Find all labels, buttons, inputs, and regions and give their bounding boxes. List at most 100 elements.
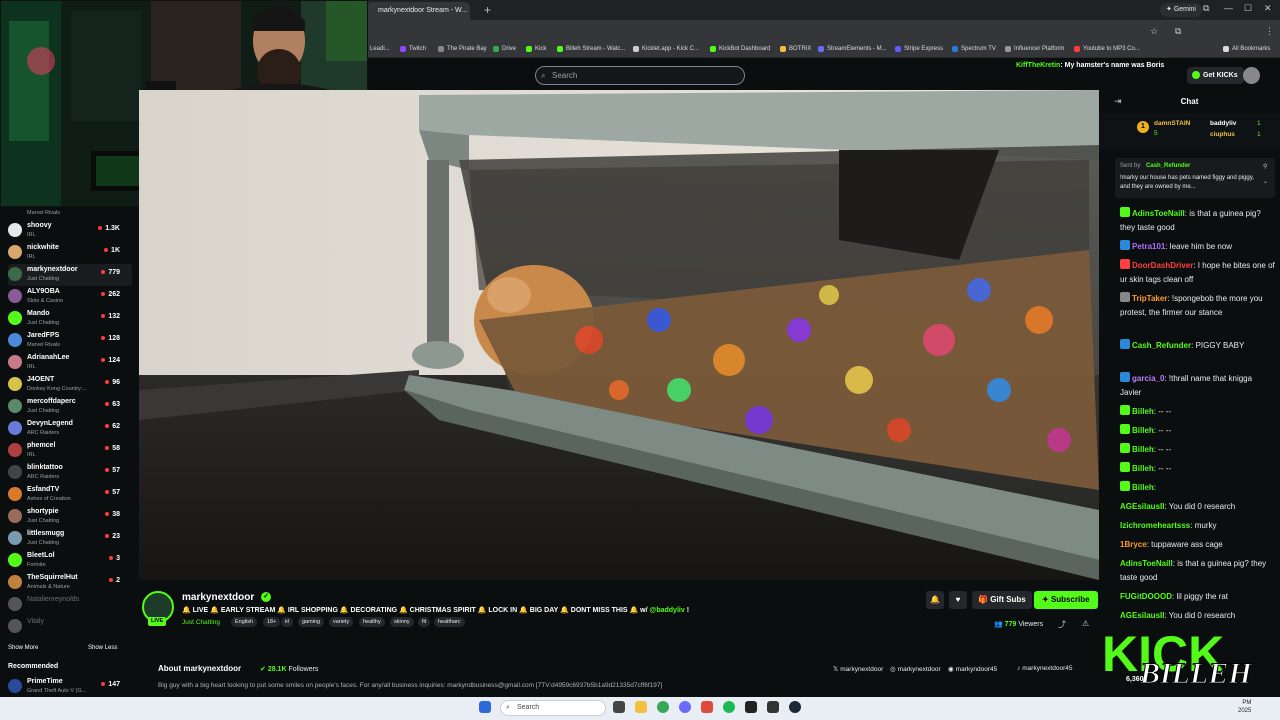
new-tab-button[interactable]: + xyxy=(484,3,491,17)
bookmark-item[interactable]: Spectrum TV xyxy=(952,46,996,52)
sidebar-channel-item[interactable]: BleetLol Fortnite 3 xyxy=(8,550,132,572)
chevron-down-icon[interactable]: ⌄ xyxy=(1263,178,1268,185)
sidebar-channel-item[interactable]: JaredFPS Marvel Rivals 128 xyxy=(8,330,132,352)
browser-tab-active[interactable]: markynextdoor Stream - W... xyxy=(366,2,470,20)
bookmark-item[interactable]: BOTRIX xyxy=(780,46,811,52)
pinned-message[interactable]: Sent by Cash_Refunder !marky our house h… xyxy=(1115,158,1275,198)
steam-icon[interactable] xyxy=(789,701,801,713)
pin-icon[interactable]: ⚲ xyxy=(1263,163,1267,170)
bookmark-item[interactable]: Youtube to MP3 Co... xyxy=(1074,46,1140,52)
app-icon[interactable] xyxy=(767,701,779,713)
chat-username[interactable]: TripTaker xyxy=(1132,294,1167,303)
bookmark-item[interactable]: StreamElements - M... xyxy=(818,46,887,52)
leader-name[interactable]: ciuphus xyxy=(1210,131,1235,138)
taskbar-search-input[interactable]: ⌕ Search xyxy=(500,700,606,716)
menu-icon[interactable]: ⋮ xyxy=(1265,26,1274,37)
show-more-button[interactable]: Show More xyxy=(8,645,38,651)
stream-tag[interactable]: 18+ xyxy=(263,617,281,627)
social-discord[interactable]: ◉ markyndoor45 xyxy=(948,665,997,673)
extensions-icon[interactable]: ⧉ xyxy=(1175,26,1181,37)
sidebar-channel-item[interactable]: nickwhite IRL 1K xyxy=(8,242,132,264)
bookmark-item[interactable]: Twitch xyxy=(400,46,426,52)
sidebar-channel-item[interactable]: J4OENT Donkey Kong Country:... 96 xyxy=(8,374,132,396)
sidebar-channel-item[interactable]: shoovy IRL 1.3K xyxy=(8,220,132,242)
bookmark-item[interactable]: Kick xyxy=(526,46,546,52)
bookmark-item[interactable]: The Pirate Bay xyxy=(438,46,487,52)
sidebar-channel-item[interactable]: AdrianahLee IRL 124 xyxy=(8,352,132,374)
gift-subs-button[interactable]: 🎁 Gift Subs xyxy=(972,591,1032,609)
sidebar-channel-item[interactable]: TheSquirrelHut Animals & Nature 2 xyxy=(8,572,132,594)
stream-tag[interactable]: healthy xyxy=(359,617,385,627)
sidebar-channel-item[interactable]: shortypie Just Chatting 38 xyxy=(8,506,132,528)
chat-username[interactable]: Cash_Refunder xyxy=(1132,341,1191,350)
social-tiktok[interactable]: ♪ markynextdoor45 xyxy=(1017,665,1072,672)
sidebar-channel-item[interactable]: phemcel IRL 58 xyxy=(8,440,132,462)
user-avatar[interactable] xyxy=(1243,67,1260,84)
recommended-channel-item[interactable]: PrimeTime Grand Theft Auto V (G... 147 xyxy=(8,676,132,698)
chat-username[interactable]: Billeh xyxy=(1132,445,1154,454)
sidebar-channel-item[interactable]: littlesmugg Just Chatting 23 xyxy=(8,528,132,550)
sidebar-channel-item[interactable]: Natalienreynolds xyxy=(8,594,132,616)
stream-tag[interactable]: healtharc xyxy=(434,617,465,627)
stream-tag[interactable]: irl xyxy=(281,617,294,627)
app-icon[interactable] xyxy=(679,701,691,713)
show-less-button[interactable]: Show Less xyxy=(88,645,117,651)
bookmark-item[interactable]: Kicklet.app - Kick C... xyxy=(633,46,699,52)
sidebar-channel-item[interactable]: Vitaly xyxy=(8,616,132,638)
share-icon[interactable]: ⤴ xyxy=(1058,619,1066,630)
chat-username[interactable]: AdinsToeNaill xyxy=(1132,209,1185,218)
tab-search-icon[interactable]: ⧉ xyxy=(1203,3,1209,14)
follow-button[interactable]: ♥ xyxy=(949,591,967,609)
stream-category[interactable]: Just Chatting xyxy=(182,619,220,626)
chrome-icon[interactable] xyxy=(657,701,669,713)
chat-username[interactable]: Izichromeheartsss xyxy=(1120,521,1190,530)
stream-title-mention[interactable]: @baddyliv xyxy=(650,607,685,614)
stream-tag[interactable]: variety xyxy=(329,617,354,627)
get-kicks-button[interactable]: Get KICKs xyxy=(1187,67,1244,84)
chat-username[interactable]: 1Bryce xyxy=(1120,540,1147,549)
sidebar-channel-item[interactable]: EsfandTV Ashes of Creation 57 xyxy=(8,484,132,506)
chat-username[interactable]: Billeh xyxy=(1132,464,1154,473)
chat-username[interactable]: AGEsilausII xyxy=(1120,502,1164,511)
file-explorer-icon[interactable] xyxy=(635,701,647,713)
bookmark-item[interactable]: Leadi... xyxy=(370,46,390,52)
chat-username[interactable]: Petra101 xyxy=(1132,242,1165,251)
sidebar-channel-item[interactable]: Mando Just Chatting 132 xyxy=(8,308,132,330)
chat-username[interactable]: AdinsToeNaill xyxy=(1120,559,1173,568)
stream-tag[interactable]: skinny xyxy=(390,617,414,627)
social-x[interactable]: 𝕏markynextdoor xyxy=(833,665,883,673)
search-input[interactable]: ⌕ Search xyxy=(535,66,745,85)
all-bookmarks[interactable]: All Bookmarks xyxy=(1223,46,1270,52)
bookmark-star-icon[interactable]: ☆ xyxy=(1150,26,1158,37)
chat-username[interactable]: garcia_0 xyxy=(1132,374,1164,383)
chat-username[interactable]: Billeh xyxy=(1132,483,1154,492)
sidebar-channel-item[interactable]: blinktattoo ARC Raiders 57 xyxy=(8,462,132,484)
terminal-icon[interactable] xyxy=(745,701,757,713)
app-icon[interactable] xyxy=(701,701,713,713)
chat-username[interactable]: Billeh xyxy=(1132,407,1154,416)
stream-tag[interactable]: English xyxy=(231,617,258,627)
chat-username[interactable]: AGEsilausII xyxy=(1120,611,1164,620)
maximize-icon[interactable]: ☐ xyxy=(1244,3,1252,14)
sidebar-channel-item[interactable]: markynextdoor Just Chatting 779 xyxy=(8,264,132,286)
bookmark-item[interactable]: Stripe Express xyxy=(895,46,943,52)
notification-bell-button[interactable]: 🔔 xyxy=(926,591,944,609)
sidebar-channel-item[interactable]: ALY9OBA Slots & Casino 262 xyxy=(8,286,132,308)
chat-username[interactable]: Billeh xyxy=(1132,426,1154,435)
stream-tag[interactable]: fit xyxy=(418,617,431,627)
bookmark-item[interactable]: Influencer Platform xyxy=(1005,46,1064,52)
bookmark-item[interactable]: Drive xyxy=(493,46,516,52)
sidebar-channel-item[interactable]: mercoffdaperc Just Chatting 63 xyxy=(8,396,132,418)
chat-username[interactable]: FUGitDOOOD xyxy=(1120,592,1172,601)
report-icon[interactable]: ⚠ xyxy=(1082,619,1089,628)
streamer-name[interactable]: markynextdoor xyxy=(182,592,254,603)
subscribe-button[interactable]: ✦ Subscribe xyxy=(1034,591,1098,609)
sidebar-channel-item[interactable]: DevynLegend ARC Raiders 62 xyxy=(8,418,132,440)
leader-name[interactable]: baddyliv xyxy=(1210,120,1236,127)
close-icon[interactable]: ✕ xyxy=(1264,3,1272,14)
video-player[interactable] xyxy=(139,90,1099,580)
stream-tag[interactable]: gaming xyxy=(298,617,325,627)
minimize-icon[interactable]: — xyxy=(1224,3,1233,13)
spotify-icon[interactable] xyxy=(723,701,735,713)
leader-name[interactable]: damnSTAIN xyxy=(1154,120,1190,127)
